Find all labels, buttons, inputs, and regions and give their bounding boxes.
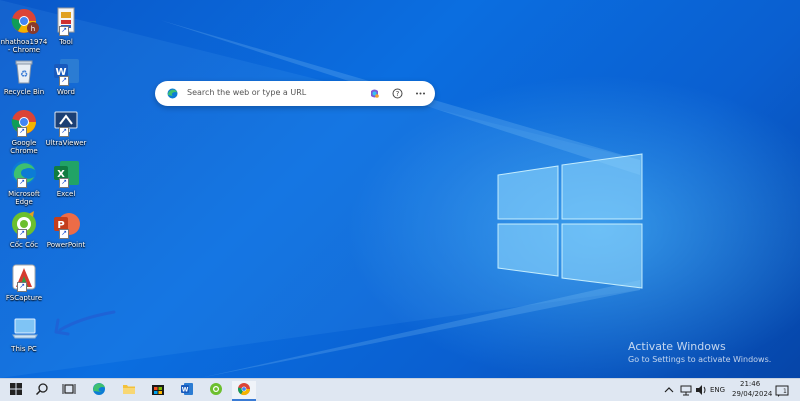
- icon-label: Tool: [59, 38, 73, 46]
- shortcut-arrow-icon: ↗: [17, 178, 27, 188]
- chrome-profile-icon: h: [9, 6, 39, 36]
- desktop-icon-recycle-bin[interactable]: ♻ Recycle Bin: [0, 56, 48, 96]
- watermark-title: Activate Windows: [628, 340, 726, 353]
- coccoc-icon: ↗: [9, 209, 39, 239]
- powerpoint-icon: P ↗: [51, 209, 81, 239]
- start-button[interactable]: [4, 381, 28, 399]
- desktop-icon-edge[interactable]: ↗ Microsoft Edge: [0, 158, 48, 206]
- desktop-icon-excel[interactable]: X ↗ Excel: [42, 158, 90, 198]
- shortcut-arrow-icon: ↗: [59, 229, 69, 239]
- icon-label: This PC: [11, 345, 37, 353]
- svg-text:h: h: [31, 25, 35, 33]
- icon-label: Microsoft Edge: [8, 190, 40, 206]
- shortcut-arrow-icon: ↗: [59, 76, 69, 86]
- icon-label: Google Chrome: [10, 139, 38, 155]
- volume-icon[interactable]: [695, 384, 707, 396]
- icon-label: nhathoa1974 - Chrome: [0, 38, 48, 54]
- ultraviewer-icon: ↗: [51, 107, 81, 137]
- task-view-button[interactable]: [57, 381, 81, 399]
- task-view-icon: [62, 384, 76, 394]
- desktop-icon-ultraviewer[interactable]: ↗ UltraViewer: [42, 107, 90, 147]
- desktop: h nhathoa1974 - Chrome ↗ Tool ♻ Recycle …: [0, 0, 800, 378]
- desktop-icon-tool[interactable]: ↗ Tool: [42, 6, 90, 46]
- tray-chevron-up-icon[interactable]: [664, 385, 674, 395]
- icon-label: Excel: [56, 190, 76, 198]
- shortcut-arrow-icon: ↗: [17, 127, 27, 137]
- taskbar-word[interactable]: W: [175, 381, 199, 399]
- watermark-subtitle: Go to Settings to activate Windows.: [628, 355, 772, 364]
- help-icon[interactable]: ?: [392, 88, 403, 99]
- notification-count: 1: [783, 388, 787, 395]
- word-icon: W: [181, 383, 193, 395]
- desktop-icon-fscapture[interactable]: ↗ FSCapture: [0, 262, 48, 302]
- desktop-icon-this-pc[interactable]: This PC: [0, 313, 48, 353]
- network-icon[interactable]: [680, 384, 692, 396]
- recycle-bin-icon: ♻: [9, 56, 39, 86]
- wallpaper-light-beams: [0, 0, 643, 378]
- coccoc-icon: [210, 383, 222, 395]
- clock-date[interactable]: 29/04/2024: [732, 390, 772, 398]
- folder-icon: [123, 385, 135, 394]
- edge-icon: [167, 88, 178, 99]
- search-icon: [35, 383, 48, 396]
- taskbar-chrome-active[interactable]: [232, 381, 256, 401]
- edge-search-bar[interactable]: Search the web or type a URL ?: [155, 81, 435, 106]
- shortcut-arrow-icon: ↗: [17, 229, 27, 239]
- desktop-icon-coccoc[interactable]: ↗ Cốc Cốc: [0, 209, 48, 249]
- edge-icon: [93, 383, 105, 395]
- word-icon: W ↗: [51, 56, 81, 86]
- icon-label: PowerPoint: [46, 241, 86, 249]
- desktop-icon-google-chrome[interactable]: ↗ Google Chrome: [0, 107, 48, 155]
- search-input[interactable]: Search the web or type a URL: [187, 88, 306, 97]
- edge-icon: ↗: [9, 158, 39, 188]
- shortcut-arrow-icon: ↗: [59, 178, 69, 188]
- search-button[interactable]: [30, 381, 54, 399]
- icon-label: Recycle Bin: [3, 88, 45, 96]
- more-options-icon[interactable]: [415, 88, 426, 99]
- taskbar-coccoc[interactable]: [204, 381, 228, 399]
- icon-label: Word: [57, 88, 75, 96]
- svg-text:?: ?: [396, 90, 400, 98]
- tool-folder-icon: ↗: [51, 6, 81, 36]
- desktop-icon-powerpoint[interactable]: P ↗ PowerPoint: [42, 209, 90, 249]
- excel-icon: X ↗: [51, 158, 81, 188]
- shortcut-arrow-icon: ↗: [17, 282, 27, 292]
- windows-start-icon: [10, 383, 22, 395]
- taskbar-edge[interactable]: [87, 381, 111, 399]
- shortcut-arrow-icon: ↗: [59, 127, 69, 137]
- store-icon: [152, 385, 164, 395]
- language-indicator[interactable]: ENG: [710, 386, 725, 394]
- svg-text:W: W: [182, 387, 189, 394]
- icon-label: Cốc Cốc: [9, 241, 39, 249]
- taskbar-file-explorer[interactable]: [117, 381, 141, 399]
- desktop-icon-nhathoa-chrome[interactable]: h nhathoa1974 - Chrome: [0, 6, 48, 54]
- activate-windows-watermark: Activate Windows Go to Settings to activ…: [628, 340, 771, 364]
- fscapture-icon: ↗: [9, 262, 39, 292]
- svg-text:♻: ♻: [20, 70, 28, 80]
- this-pc-icon: [9, 313, 39, 343]
- chrome-icon: ↗: [9, 107, 39, 137]
- desktop-icon-word[interactable]: W ↗ Word: [42, 56, 90, 96]
- taskbar: W ENG 21:46 29/04/2024 1: [0, 378, 800, 401]
- icon-label: UltraViewer: [45, 139, 87, 147]
- taskbar-store[interactable]: [146, 381, 170, 399]
- annotation-arrow-icon: [54, 310, 116, 336]
- icon-label: FSCapture: [5, 294, 43, 302]
- chrome-icon: [238, 383, 250, 396]
- clock-time[interactable]: 21:46: [740, 380, 760, 388]
- shortcut-arrow-icon: ↗: [59, 26, 69, 36]
- copilot-icon[interactable]: [369, 88, 380, 99]
- notification-center-button[interactable]: 1: [775, 383, 789, 397]
